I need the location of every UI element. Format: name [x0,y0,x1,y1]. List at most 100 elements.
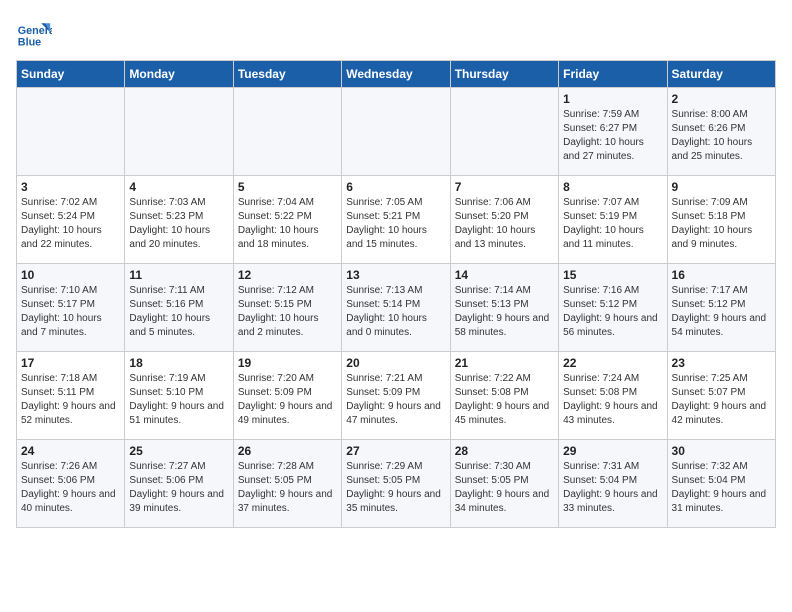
day-number: 11 [129,268,228,282]
week-row-2: 3 Sunrise: 7:02 AM Sunset: 5:24 PM Daylig… [17,176,776,264]
day-15: 15 Sunrise: 7:16 AM Sunset: 5:12 PM Dayli… [559,264,667,352]
weekday-thursday: Thursday [450,61,558,88]
day-info: Sunrise: 7:12 AM Sunset: 5:15 PM Dayligh… [238,284,337,340]
weekday-sunday: Sunday [17,61,125,88]
day-22: 22 Sunrise: 7:24 AM Sunset: 5:08 PM Dayli… [559,352,667,440]
day-info: Sunrise: 7:25 AM Sunset: 5:07 PM Dayligh… [672,372,771,428]
day-3: 3 Sunrise: 7:02 AM Sunset: 5:24 PM Daylig… [17,176,125,264]
day-info: Sunrise: 7:03 AM Sunset: 5:23 PM Dayligh… [129,196,228,252]
page-header: General Blue [16,16,776,52]
day-number: 25 [129,444,228,458]
day-number: 2 [672,92,771,106]
day-number: 7 [455,180,554,194]
weekday-tuesday: Tuesday [233,61,341,88]
day-number: 15 [563,268,662,282]
day-5: 5 Sunrise: 7:04 AM Sunset: 5:22 PM Daylig… [233,176,341,264]
day-info: Sunrise: 7:24 AM Sunset: 5:08 PM Dayligh… [563,372,662,428]
day-18: 18 Sunrise: 7:19 AM Sunset: 5:10 PM Dayli… [125,352,233,440]
day-info: Sunrise: 7:28 AM Sunset: 5:05 PM Dayligh… [238,460,337,516]
day-info: Sunrise: 7:17 AM Sunset: 5:12 PM Dayligh… [672,284,771,340]
day-info: Sunrise: 7:31 AM Sunset: 5:04 PM Dayligh… [563,460,662,516]
day-9: 9 Sunrise: 7:09 AM Sunset: 5:18 PM Daylig… [667,176,775,264]
day-16: 16 Sunrise: 7:17 AM Sunset: 5:12 PM Dayli… [667,264,775,352]
day-number: 5 [238,180,337,194]
day-21: 21 Sunrise: 7:22 AM Sunset: 5:08 PM Dayli… [450,352,558,440]
day-info: Sunrise: 7:29 AM Sunset: 5:05 PM Dayligh… [346,460,445,516]
weekday-wednesday: Wednesday [342,61,450,88]
day-number: 27 [346,444,445,458]
day-number: 1 [563,92,662,106]
day-27: 27 Sunrise: 7:29 AM Sunset: 5:05 PM Dayli… [342,440,450,528]
day-empty [233,88,341,176]
day-number: 21 [455,356,554,370]
day-8: 8 Sunrise: 7:07 AM Sunset: 5:19 PM Daylig… [559,176,667,264]
day-number: 14 [455,268,554,282]
day-info: Sunrise: 7:32 AM Sunset: 5:04 PM Dayligh… [672,460,771,516]
day-number: 12 [238,268,337,282]
day-info: Sunrise: 7:13 AM Sunset: 5:14 PM Dayligh… [346,284,445,340]
day-number: 17 [21,356,120,370]
weekday-header-row: SundayMondayTuesdayWednesdayThursdayFrid… [17,61,776,88]
day-13: 13 Sunrise: 7:13 AM Sunset: 5:14 PM Dayli… [342,264,450,352]
week-row-1: 1Sunrise: 7:59 AM Sunset: 6:27 PM Daylig… [17,88,776,176]
day-info: Sunrise: 7:02 AM Sunset: 5:24 PM Dayligh… [21,196,120,252]
day-number: 18 [129,356,228,370]
day-number: 10 [21,268,120,282]
day-empty [342,88,450,176]
weekday-friday: Friday [559,61,667,88]
day-number: 13 [346,268,445,282]
day-4: 4 Sunrise: 7:03 AM Sunset: 5:23 PM Daylig… [125,176,233,264]
day-number: 20 [346,356,445,370]
day-empty [125,88,233,176]
day-info: Sunrise: 7:04 AM Sunset: 5:22 PM Dayligh… [238,196,337,252]
day-info: Sunrise: 7:22 AM Sunset: 5:08 PM Dayligh… [455,372,554,428]
day-number: 26 [238,444,337,458]
day-6: 6 Sunrise: 7:05 AM Sunset: 5:21 PM Daylig… [342,176,450,264]
day-info: Sunrise: 7:10 AM Sunset: 5:17 PM Dayligh… [21,284,120,340]
logo-icon: General Blue [16,16,52,52]
day-info: Sunrise: 7:19 AM Sunset: 5:10 PM Dayligh… [129,372,228,428]
week-row-5: 24 Sunrise: 7:26 AM Sunset: 5:06 PM Dayli… [17,440,776,528]
weekday-saturday: Saturday [667,61,775,88]
day-7: 7Sunrise: 7:06 AM Sunset: 5:20 PM Daylig… [450,176,558,264]
day-number: 9 [672,180,771,194]
day-info: Sunrise: 7:27 AM Sunset: 5:06 PM Dayligh… [129,460,228,516]
day-number: 28 [455,444,554,458]
day-info: Sunrise: 7:20 AM Sunset: 5:09 PM Dayligh… [238,372,337,428]
day-number: 8 [563,180,662,194]
day-number: 23 [672,356,771,370]
day-number: 30 [672,444,771,458]
weekday-monday: Monday [125,61,233,88]
day-number: 3 [21,180,120,194]
day-number: 22 [563,356,662,370]
day-info: Sunrise: 8:00 AM Sunset: 6:26 PM Dayligh… [672,108,771,164]
day-number: 16 [672,268,771,282]
day-info: Sunrise: 7:18 AM Sunset: 5:11 PM Dayligh… [21,372,120,428]
day-number: 6 [346,180,445,194]
day-info: Sunrise: 7:09 AM Sunset: 5:18 PM Dayligh… [672,196,771,252]
day-17: 17 Sunrise: 7:18 AM Sunset: 5:11 PM Dayli… [17,352,125,440]
day-info: Sunrise: 7:26 AM Sunset: 5:06 PM Dayligh… [21,460,120,516]
day-11: 11Sunrise: 7:11 AM Sunset: 5:16 PM Dayli… [125,264,233,352]
day-info: Sunrise: 7:16 AM Sunset: 5:12 PM Dayligh… [563,284,662,340]
day-20: 20Sunrise: 7:21 AM Sunset: 5:09 PM Dayli… [342,352,450,440]
day-28: 28 Sunrise: 7:30 AM Sunset: 5:05 PM Dayli… [450,440,558,528]
day-14: 14 Sunrise: 7:14 AM Sunset: 5:13 PM Dayli… [450,264,558,352]
calendar-table: SundayMondayTuesdayWednesdayThursdayFrid… [16,60,776,528]
day-19: 19 Sunrise: 7:20 AM Sunset: 5:09 PM Dayli… [233,352,341,440]
day-26: 26 Sunrise: 7:28 AM Sunset: 5:05 PM Dayli… [233,440,341,528]
day-number: 19 [238,356,337,370]
svg-text:Blue: Blue [18,37,41,49]
day-number: 24 [21,444,120,458]
day-number: 29 [563,444,662,458]
day-10: 10 Sunrise: 7:10 AM Sunset: 5:17 PM Dayli… [17,264,125,352]
day-number: 4 [129,180,228,194]
day-info: Sunrise: 7:05 AM Sunset: 5:21 PM Dayligh… [346,196,445,252]
week-row-3: 10 Sunrise: 7:10 AM Sunset: 5:17 PM Dayli… [17,264,776,352]
day-info: Sunrise: 7:07 AM Sunset: 5:19 PM Dayligh… [563,196,662,252]
day-empty [450,88,558,176]
day-info: Sunrise: 7:30 AM Sunset: 5:05 PM Dayligh… [455,460,554,516]
day-empty [17,88,125,176]
day-2: 2 Sunrise: 8:00 AM Sunset: 6:26 PM Daylig… [667,88,775,176]
day-info: Sunrise: 7:14 AM Sunset: 5:13 PM Dayligh… [455,284,554,340]
